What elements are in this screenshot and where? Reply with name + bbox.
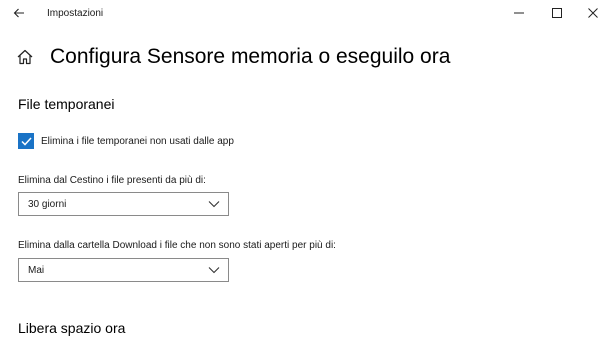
downloads-label: Elimina dalla cartella Download i file c… (18, 240, 336, 251)
close-button[interactable] (576, 0, 610, 26)
downloads-dropdown-value: Mai (28, 264, 45, 276)
recycle-bin-dropdown[interactable]: 30 giorni (18, 192, 229, 216)
delete-temp-files-checkbox-row[interactable]: Elimina i file temporanei non usati dall… (18, 133, 234, 149)
home-icon[interactable] (16, 47, 36, 67)
close-icon (588, 8, 598, 18)
delete-temp-files-checkbox[interactable] (18, 133, 34, 149)
app-title: Impostazioni (47, 8, 104, 19)
page-header: Configura Sensore memoria o eseguilo ora (16, 42, 450, 72)
recycle-bin-dropdown-value: 30 giorni (28, 198, 67, 210)
page-title: Configura Sensore memoria o eseguilo ora (50, 45, 451, 68)
section-title-free-space: Libera spazio ora (18, 320, 126, 336)
maximize-icon (552, 8, 562, 18)
maximize-button[interactable] (540, 0, 574, 26)
minimize-button[interactable] (502, 0, 536, 26)
chevron-down-icon (208, 201, 220, 208)
checkmark-icon (20, 136, 32, 146)
downloads-dropdown[interactable]: Mai (18, 258, 229, 282)
back-button[interactable] (8, 3, 30, 23)
minimize-icon (514, 12, 524, 14)
back-arrow-icon (13, 8, 24, 18)
chevron-down-icon (208, 267, 220, 274)
delete-temp-files-label: Elimina i file temporanei non usati dall… (41, 135, 234, 147)
title-bar: Impostazioni (0, 0, 610, 28)
section-title-temp-files: File temporanei (18, 96, 115, 112)
recycle-bin-label: Elimina dal Cestino i file presenti da p… (18, 175, 206, 186)
